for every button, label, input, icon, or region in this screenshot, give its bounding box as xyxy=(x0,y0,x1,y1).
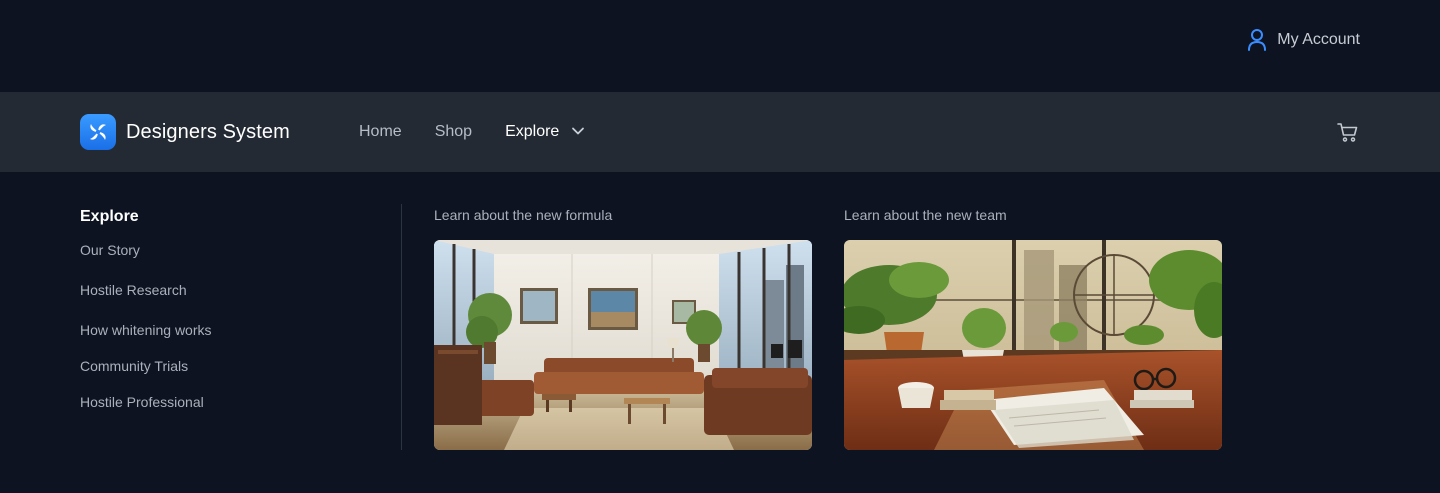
swirl-logo-icon xyxy=(80,114,116,150)
explore-link-our-story[interactable]: Our Story xyxy=(80,242,320,258)
explore-link-hostile-research[interactable]: Hostile Research xyxy=(80,282,320,298)
cart-icon[interactable] xyxy=(1336,120,1360,144)
nav-link-explore-label: Explore xyxy=(505,123,560,140)
mega-menu-heading: Explore xyxy=(80,208,139,225)
explore-mega-menu: Explore Our Story Hostile Research How w… xyxy=(0,172,1440,493)
top-utility-bar: My Account xyxy=(0,0,1440,92)
brand-name: Designers System xyxy=(126,120,290,143)
nav-link-home[interactable]: Home xyxy=(359,123,402,141)
living-room-image[interactable] xyxy=(434,240,812,450)
nav-link-shop[interactable]: Shop xyxy=(435,123,472,141)
explore-link-community-trials[interactable]: Community Trials xyxy=(80,358,320,374)
explore-links-column: Explore Our Story Hostile Research How w… xyxy=(80,208,320,410)
explore-links-list: Our Story Hostile Research How whitening… xyxy=(80,242,320,410)
brand-logo-link[interactable]: Designers System xyxy=(80,114,290,150)
feature-card-team: Learn about the new team xyxy=(844,207,1222,450)
chevron-down-icon xyxy=(571,123,585,141)
user-icon xyxy=(1247,28,1267,52)
feature-card-label[interactable]: Learn about the new team xyxy=(844,207,1222,223)
nav-link-explore[interactable]: Explore xyxy=(505,123,585,141)
main-navbar: Designers System Home Shop Explore xyxy=(0,92,1440,172)
feature-card-formula: Learn about the new formula xyxy=(434,207,812,450)
my-account-link[interactable]: My Account xyxy=(1247,28,1360,52)
explore-link-hostile-professional[interactable]: Hostile Professional xyxy=(80,394,320,410)
mega-menu-divider xyxy=(401,204,402,450)
explore-link-how-whitening-works[interactable]: How whitening works xyxy=(80,322,320,338)
feature-card-label[interactable]: Learn about the new formula xyxy=(434,207,812,223)
primary-nav: Home Shop Explore xyxy=(359,120,618,144)
desk-plants-image[interactable] xyxy=(844,240,1222,450)
my-account-label: My Account xyxy=(1277,31,1360,48)
